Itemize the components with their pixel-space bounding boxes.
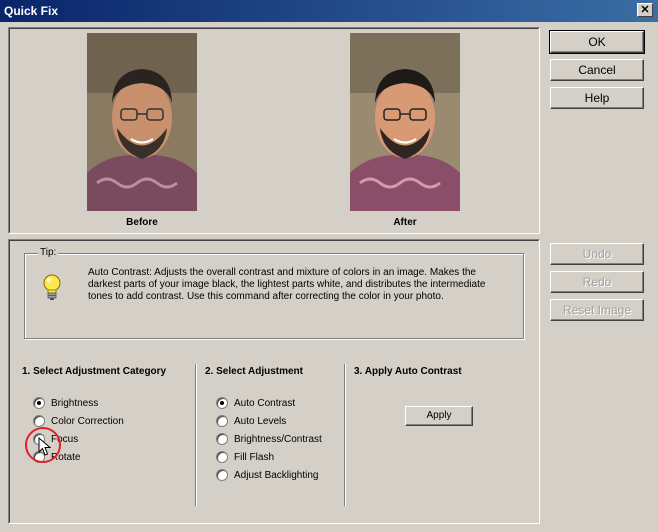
radio-brightness[interactable]: Brightness [33, 396, 124, 410]
radio-button[interactable] [216, 451, 228, 463]
tip-text: Auto Contrast: Adjusts the overall contr… [88, 267, 486, 302]
before-photo [87, 33, 197, 211]
window-title: Quick Fix [4, 4, 59, 18]
apply-heading: 3. Apply Auto Contrast [354, 366, 462, 377]
close-button[interactable]: ✕ [637, 3, 653, 17]
radio-brightness-contrast[interactable]: Brightness/Contrast [216, 432, 322, 446]
radio-button[interactable] [216, 433, 228, 445]
before-label: Before [126, 217, 158, 228]
radio-auto-contrast[interactable]: Auto Contrast [216, 396, 322, 410]
ok-button[interactable]: OK [549, 30, 645, 54]
reset-image-button[interactable]: Reset Image [550, 299, 644, 321]
radio-button[interactable] [216, 397, 228, 409]
after-label: After [393, 217, 417, 228]
lightbulb-icon [40, 273, 64, 303]
undo-button[interactable]: Undo [550, 243, 644, 265]
radio-auto-levels[interactable]: Auto Levels [216, 414, 322, 428]
tip-label: Tip: [38, 247, 59, 258]
after-photo [350, 33, 460, 211]
title-bar[interactable]: Quick Fix [0, 0, 658, 22]
radio-button[interactable] [216, 469, 228, 481]
category-heading: 1. Select Adjustment Category [22, 366, 167, 377]
adjustment-heading: 2. Select Adjustment [205, 366, 303, 377]
redo-button[interactable]: Redo [550, 271, 644, 293]
column-divider [344, 364, 345, 506]
column-divider [195, 364, 196, 506]
radio-button[interactable] [216, 415, 228, 427]
help-button[interactable]: Help [550, 87, 644, 109]
radio-button[interactable] [33, 415, 45, 427]
cancel-button[interactable]: Cancel [550, 59, 644, 81]
radio-button[interactable] [33, 397, 45, 409]
adjustment-radio-group: Auto Contrast Auto Levels Brightness/Con… [216, 396, 322, 482]
radio-fill-flash[interactable]: Fill Flash [216, 450, 322, 464]
radio-color-correction[interactable]: Color Correction [33, 414, 124, 428]
mouse-pointer-icon [38, 436, 52, 457]
radio-adjust-backlighting[interactable]: Adjust Backlighting [216, 468, 322, 482]
apply-button[interactable]: Apply [405, 406, 473, 426]
